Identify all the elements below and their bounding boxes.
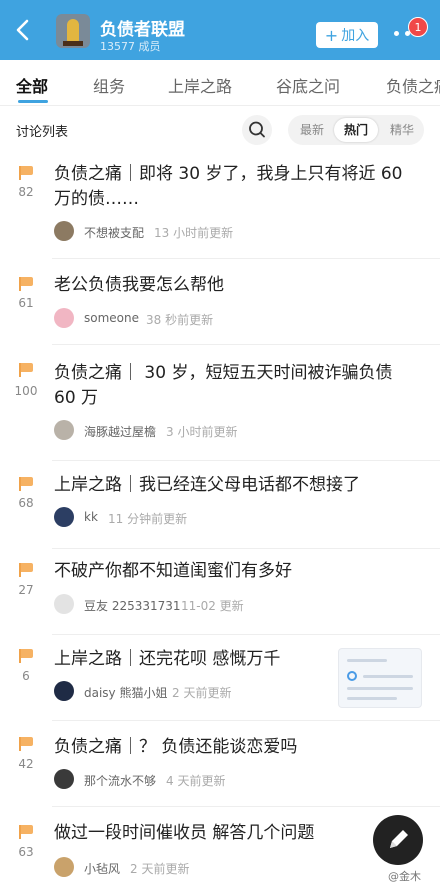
avatar[interactable]	[54, 681, 74, 701]
sort-latest[interactable]: 最新	[300, 121, 324, 138]
flag-icon	[19, 737, 33, 751]
watermark: @金木	[388, 870, 421, 883]
update-time: 4 天前更新	[166, 774, 226, 788]
post-title: 不破产你都不知道闺蜜们有多好	[54, 561, 292, 581]
list-header: 讨论列表 最新 热门 精华	[0, 106, 440, 152]
post-thumbnail[interactable]	[338, 648, 422, 708]
list-item[interactable]: 27 不破产你都不知道闺蜜们有多好 豆友 225331731 11-02 更新	[0, 549, 440, 635]
list-title: 讨论列表	[16, 125, 69, 140]
reply-count: 42	[18, 757, 34, 771]
search-button[interactable]	[242, 115, 272, 145]
update-time: 11-02 更新	[181, 599, 244, 613]
author-name[interactable]: 那个流水不够	[84, 772, 156, 789]
plus-icon: +	[324, 25, 339, 45]
join-label: 加入	[341, 28, 370, 44]
sort-hot[interactable]: 热门	[344, 121, 368, 138]
list-item[interactable]: 100 负债之痛｜ 30 岁，短短五天时间被诈骗负债 60 万 海豚越过屋檐 3…	[0, 345, 440, 461]
sort-toggle: 最新 热门 精华	[288, 115, 424, 145]
group-avatar-icon[interactable]	[56, 14, 90, 48]
tab-affairs[interactable]: 组务	[93, 73, 125, 97]
flag-icon	[19, 363, 33, 377]
tab-bar: 全部 组务 上岸之路 谷底之问 负债之痛	[0, 60, 440, 106]
reply-count: 63	[18, 845, 34, 859]
post-title: 负债之痛｜？ 负债还能谈恋爱吗	[54, 737, 298, 757]
reply-count: 27	[18, 583, 34, 597]
tab-bottom[interactable]: 谷底之问	[276, 73, 340, 97]
avatar[interactable]	[54, 221, 74, 241]
flag-icon	[19, 649, 33, 663]
list-item[interactable]: 42 负债之痛｜？ 负债还能谈恋爱吗 那个流水不够 4 天前更新	[0, 721, 440, 807]
post-title: 做过一段时间催收员 解答几个问题	[54, 823, 315, 843]
group-header: 负债者联盟 13577 成员 + 加入 1	[0, 0, 440, 60]
update-time: 38 秒前更新	[146, 313, 214, 327]
update-time: 2 天前更新	[172, 686, 232, 700]
reply-count: 100	[14, 384, 38, 398]
flag-icon	[19, 825, 33, 839]
author-name[interactable]: 小毡风	[84, 860, 120, 877]
reply-count: 61	[18, 296, 34, 310]
post-title: 负债之痛｜ 30 岁，短短五天时间被诈骗负债	[54, 363, 393, 383]
list-item[interactable]: 82 负债之痛｜即将 30 岁了，我身上只有将近 60 万的债…… 不想被支配 …	[0, 152, 440, 259]
chevron-left-icon[interactable]	[12, 18, 36, 42]
post-title-cont: 60 万	[54, 388, 99, 408]
search-icon	[249, 121, 265, 138]
reply-count: 82	[18, 185, 34, 199]
avatar[interactable]	[54, 507, 74, 527]
update-time: 11 分钟前更新	[108, 512, 188, 526]
active-tab-indicator	[18, 100, 48, 103]
reply-count: 68	[18, 496, 34, 510]
tab-all[interactable]: 全部	[16, 73, 48, 97]
post-title: 负债之痛｜即将 30 岁了，我身上只有将近 60	[54, 164, 403, 184]
tab-ashore[interactable]: 上岸之路	[168, 73, 232, 97]
author-name[interactable]: 不想被支配	[84, 224, 144, 241]
post-title: 上岸之路｜我已经连父母电话都不想接了	[54, 475, 360, 495]
flag-icon	[19, 477, 33, 491]
reply-count: 6	[22, 669, 30, 683]
list-item[interactable]: 68 上岸之路｜我已经连父母电话都不想接了 kk 11 分钟前更新	[0, 461, 440, 549]
avatar[interactable]	[54, 420, 74, 440]
post-title: 上岸之路｜还完花呗 感慨万千	[54, 649, 281, 669]
avatar[interactable]	[54, 308, 74, 328]
list-item[interactable]: 61 老公负债我要怎么帮他 someone 38 秒前更新	[0, 259, 440, 345]
pencil-icon	[390, 830, 408, 848]
avatar[interactable]	[54, 857, 74, 877]
compose-button[interactable]	[373, 815, 423, 865]
update-time: 2 天前更新	[130, 862, 190, 876]
flag-icon	[19, 563, 33, 577]
flag-icon	[19, 166, 33, 180]
author-name[interactable]: daisy 熊猫小姐	[84, 684, 167, 701]
update-time: 3 小时前更新	[166, 425, 238, 439]
sort-featured[interactable]: 精华	[390, 121, 414, 138]
author-name[interactable]: kk	[84, 510, 98, 524]
member-count: 13577 成员	[100, 40, 161, 53]
update-time: 13 小时前更新	[154, 226, 234, 240]
author-name[interactable]: someone	[84, 311, 139, 325]
join-button[interactable]: + 加入	[316, 22, 378, 48]
tab-pain[interactable]: 负债之痛	[386, 73, 440, 97]
avatar[interactable]	[54, 769, 74, 789]
author-name[interactable]: 海豚越过屋檐	[84, 423, 156, 440]
avatar[interactable]	[54, 594, 74, 614]
post-title-cont: 万的债……	[54, 189, 139, 209]
group-title: 负债者联盟	[100, 20, 185, 40]
flag-icon	[19, 277, 33, 291]
author-name[interactable]: 豆友 225331731	[84, 597, 181, 614]
notification-badge: 1	[408, 17, 428, 37]
post-title: 老公负债我要怎么帮他	[54, 275, 224, 295]
